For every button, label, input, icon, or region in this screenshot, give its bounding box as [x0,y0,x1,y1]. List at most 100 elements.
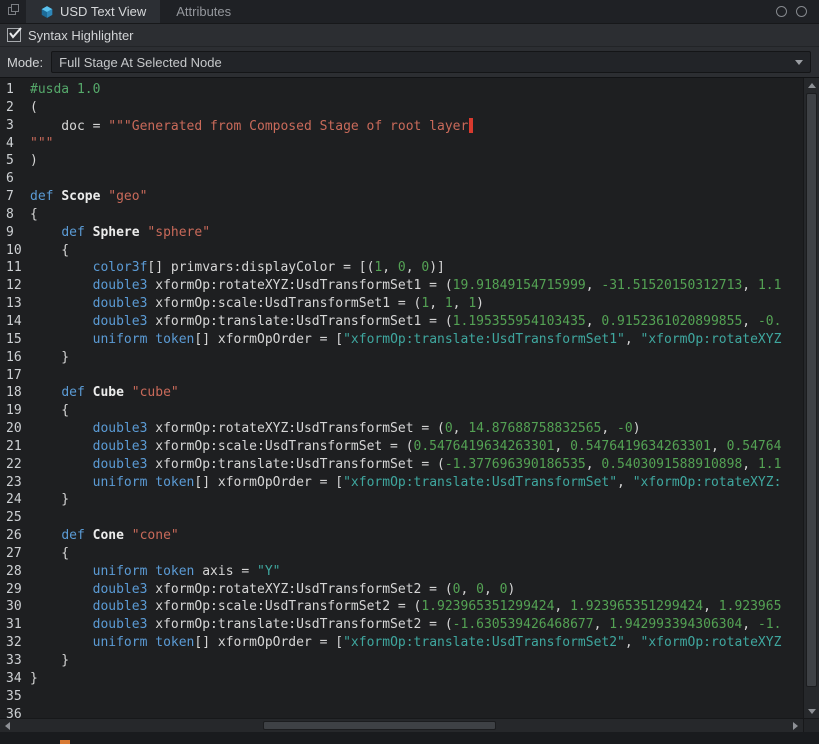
scroll-up-icon [808,83,816,88]
line-number: 24 [6,492,30,510]
scroll-left-button[interactable] [0,719,15,733]
line-number: 22 [6,457,30,475]
line-number: 13 [6,296,30,314]
horizontal-scroll-thumb[interactable] [263,721,496,730]
code-line[interactable]: double3 xformOp:scale:UsdTransformSet = … [30,439,803,457]
line-number: 18 [6,385,30,403]
code-line[interactable]: color3f[] primvars:displayColor = [(1, 0… [30,260,803,278]
code-line[interactable]: def Cone "cone" [30,528,803,546]
code-line[interactable]: def Scope "geo" [30,189,803,207]
code-line[interactable]: double3 xformOp:rotateXYZ:UsdTransformSe… [30,582,803,600]
code-line[interactable]: { [30,403,803,421]
tab-usd-text-view[interactable]: USD Text View [26,0,160,23]
code-line[interactable] [30,689,803,707]
code-line[interactable]: double3 xformOp:translate:UsdTransformSe… [30,617,803,635]
line-number: 12 [6,278,30,296]
code-line[interactable]: double3 xformOp:rotateXYZ:UsdTransformSe… [30,278,803,296]
code-line[interactable]: { [30,546,803,564]
code-line[interactable] [30,707,803,718]
line-number: 3 [6,118,30,136]
line-number: 14 [6,314,30,332]
code-line[interactable]: double3 xformOp:scale:UsdTransformSet1 =… [30,296,803,314]
code-line[interactable]: } [30,671,803,689]
line-number: 29 [6,582,30,600]
line-number: 10 [6,243,30,261]
code-line[interactable]: #usda 1.0 [30,82,803,100]
scroll-down-icon [808,709,816,714]
dock-options-icon[interactable] [776,6,787,17]
line-number: 4 [6,136,30,154]
code-text-area[interactable]: #usda 1.0( doc = """Generated from Compo… [30,78,803,718]
syntax-highlighter-row: Syntax Highlighter [0,23,819,46]
text-cursor [469,118,473,133]
code-viewport[interactable]: 1234567891011121314151617181920212223242… [0,78,803,718]
bottom-strip [0,732,819,744]
code-line[interactable]: double3 xformOp:rotateXYZ:UsdTransformSe… [30,421,803,439]
code-line[interactable]: double3 xformOp:scale:UsdTransformSet2 =… [30,599,803,617]
syntax-highlighter-checkbox[interactable] [7,28,21,42]
scrollbar-corner [803,718,819,732]
line-number: 25 [6,510,30,528]
window-controls [776,0,819,23]
code-line[interactable]: } [30,492,803,510]
code-line[interactable] [30,171,803,189]
code-line[interactable]: uniform token[] xformOpOrder = ["xformOp… [30,332,803,350]
code-line[interactable]: { [30,243,803,261]
line-number: 36 [6,707,30,718]
line-number: 17 [6,368,30,386]
code-line[interactable] [30,368,803,386]
mode-dropdown[interactable]: Full Stage At Selected Node [51,51,811,73]
code-line[interactable]: uniform token[] xformOpOrder = ["xformOp… [30,475,803,493]
code-line[interactable]: uniform token axis = "Y" [30,564,803,582]
horizontal-scroll-track[interactable] [16,721,787,730]
code-line[interactable]: } [30,350,803,368]
line-number: 23 [6,475,30,493]
usd-cube-icon [40,5,54,19]
line-number: 20 [6,421,30,439]
mode-label: Mode: [7,55,43,70]
line-number: 16 [6,350,30,368]
code-line[interactable]: } [30,653,803,671]
clipped-element-below [60,740,70,744]
code-editor: 1234567891011121314151617181920212223242… [0,77,819,732]
line-number: 8 [6,207,30,225]
vertical-scroll-thumb[interactable] [806,93,817,687]
line-number: 5 [6,153,30,171]
code-line[interactable]: ) [30,153,803,171]
line-number: 33 [6,653,30,671]
code-line[interactable]: double3 xformOp:translate:UsdTransformSe… [30,314,803,332]
close-panel-icon[interactable] [796,6,807,17]
syntax-highlighter-label: Syntax Highlighter [28,28,134,43]
vertical-scrollbar[interactable] [803,78,819,718]
mode-row: Mode: Full Stage At Selected Node [0,46,819,77]
panel-menu-button[interactable] [0,0,26,23]
line-number: 35 [6,689,30,707]
line-number: 9 [6,225,30,243]
code-line[interactable]: doc = """Generated from Composed Stage o… [30,118,803,136]
line-number: 27 [6,546,30,564]
panel-menu-icon [7,3,20,21]
code-line[interactable]: { [30,207,803,225]
line-number: 30 [6,599,30,617]
scroll-right-button[interactable] [788,719,803,733]
line-number: 2 [6,100,30,118]
code-line[interactable]: double3 xformOp:translate:UsdTransformSe… [30,457,803,475]
line-number-gutter: 1234567891011121314151617181920212223242… [0,78,30,718]
scroll-down-button[interactable] [804,704,819,718]
code-line[interactable]: def Sphere "sphere" [30,225,803,243]
line-number: 6 [6,171,30,189]
tab-label: USD Text View [60,4,146,19]
line-number: 1 [6,82,30,100]
code-line[interactable]: ( [30,100,803,118]
chevron-down-icon [795,60,803,65]
code-line[interactable] [30,510,803,528]
line-number: 7 [6,189,30,207]
scroll-up-button[interactable] [804,78,819,92]
tab-attributes[interactable]: Attributes [160,0,247,23]
vertical-scroll-track[interactable] [806,93,817,703]
code-line[interactable]: uniform token[] xformOpOrder = ["xformOp… [30,635,803,653]
code-line[interactable]: def Cube "cube" [30,385,803,403]
line-number: 34 [6,671,30,689]
horizontal-scrollbar[interactable] [0,718,803,732]
code-line[interactable]: """ [30,136,803,154]
